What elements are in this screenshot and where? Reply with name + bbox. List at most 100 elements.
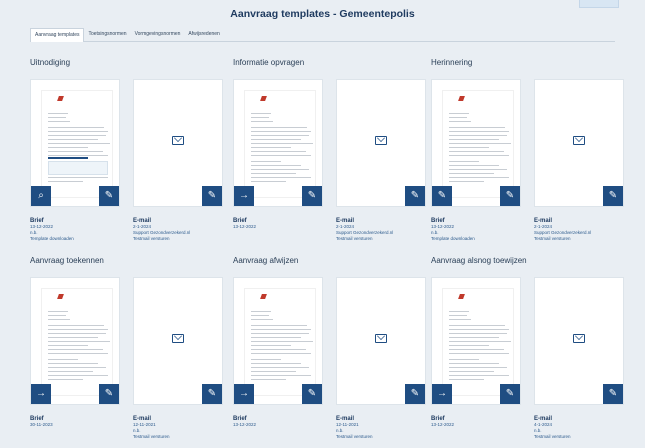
top-right-control[interactable] bbox=[579, 0, 619, 8]
doc-text-line bbox=[48, 367, 106, 368]
edit-icon: ✎ bbox=[410, 388, 420, 399]
doc-text-line bbox=[48, 147, 88, 148]
doc-text-line bbox=[48, 143, 110, 144]
doc-text-line bbox=[251, 311, 271, 312]
doc-text-line bbox=[48, 379, 83, 380]
brief-preview-card[interactable]: → ✎ bbox=[233, 79, 323, 207]
doc-text-line bbox=[251, 345, 291, 346]
doc-text-line bbox=[449, 165, 499, 166]
edit-button[interactable]: ✎ bbox=[202, 384, 222, 404]
doc-text-line bbox=[449, 161, 479, 162]
open-button[interactable]: → bbox=[432, 384, 452, 404]
search-icon: ⌕ bbox=[38, 190, 44, 201]
email-preview-card[interactable]: ✎ bbox=[336, 79, 426, 207]
letter-thumbnail bbox=[244, 90, 316, 198]
doc-text-line bbox=[251, 329, 311, 330]
email-preview-card[interactable]: ✎ bbox=[133, 79, 223, 207]
edit-button[interactable]: ✎ bbox=[603, 186, 623, 206]
edit-icon: ✎ bbox=[505, 388, 515, 399]
doc-text-line bbox=[48, 349, 103, 350]
tab-afwijsredenen[interactable]: Afwijsredenen bbox=[184, 28, 223, 42]
email-action-link[interactable]: Testmail versturen bbox=[336, 236, 426, 242]
edit-button[interactable]: ✎ bbox=[202, 186, 222, 206]
doc-text-line bbox=[449, 315, 467, 316]
doc-text-line bbox=[251, 367, 309, 368]
brief-meta: Brief 13-12-2022 n.b. Template downloaden bbox=[30, 218, 120, 242]
brief-preview-card[interactable]: → ✎ bbox=[30, 277, 120, 405]
brief-preview-card[interactable]: ✎ ✎ bbox=[431, 79, 521, 207]
email-action-link[interactable]: Testmail versturen bbox=[534, 434, 624, 440]
doc-text-line bbox=[449, 131, 509, 132]
brief-action-link[interactable]: Template downloaden bbox=[30, 236, 120, 242]
brief-preview-card[interactable]: → ✎ bbox=[233, 277, 323, 405]
doc-text-line bbox=[449, 353, 509, 354]
doc-text-line bbox=[251, 135, 309, 136]
edit-button[interactable]: ✎ bbox=[405, 384, 425, 404]
edit-button[interactable]: ✎ bbox=[500, 384, 520, 404]
edit-button[interactable]: ✎ bbox=[500, 186, 520, 206]
doc-text-line bbox=[449, 367, 507, 368]
edit-button[interactable]: ✎ bbox=[99, 186, 119, 206]
doc-text-line bbox=[251, 143, 313, 144]
doc-text-line bbox=[449, 147, 489, 148]
doc-text-line bbox=[251, 359, 281, 360]
doc-text-line bbox=[48, 341, 110, 342]
doc-text-line bbox=[449, 155, 509, 156]
doc-text-line bbox=[48, 319, 70, 320]
open-button[interactable]: → bbox=[234, 384, 254, 404]
edit-button[interactable]: ✎ bbox=[99, 384, 119, 404]
edit-icon: ✎ bbox=[207, 190, 217, 201]
preview-button[interactable]: ⌕ bbox=[31, 186, 51, 206]
tab-vormgevingsnormen[interactable]: Vormgevingsnormen bbox=[131, 28, 185, 42]
doc-text-line bbox=[48, 375, 108, 376]
email-preview-card[interactable]: ✎ bbox=[336, 277, 426, 405]
mail-icon bbox=[573, 136, 585, 145]
edit-icon: ✎ bbox=[104, 190, 114, 201]
email-action-link[interactable]: Testmail versturen bbox=[133, 236, 223, 242]
email-meta: E-mail 2-1-2024 Support Gezondverzekerd.nl… bbox=[336, 218, 426, 242]
tab-aanvraag-templates[interactable]: Aanvraag templates bbox=[30, 28, 85, 42]
doc-text-line bbox=[251, 337, 301, 338]
doc-text-line bbox=[48, 325, 104, 326]
edit-button[interactable]: ✎ bbox=[302, 186, 322, 206]
letter-thumbnail bbox=[41, 288, 113, 396]
doc-text-line bbox=[251, 121, 273, 122]
edit-icon: ✎ bbox=[104, 388, 114, 399]
email-action-link[interactable]: Testmail versturen bbox=[534, 236, 624, 242]
email-meta: E-mail 2-1-2024 Support Gezondverzekerd.nl… bbox=[133, 218, 223, 242]
open-button[interactable]: → bbox=[234, 186, 254, 206]
letter-thumbnail bbox=[244, 288, 316, 396]
mail-icon bbox=[172, 334, 184, 343]
email-preview-card[interactable]: ✎ bbox=[534, 277, 624, 405]
tab-toetsingsnormen[interactable]: Toetsingsnormen bbox=[84, 28, 130, 42]
doc-text-line bbox=[449, 363, 499, 364]
mail-icon bbox=[573, 334, 585, 343]
email-action-link[interactable]: Testmail versturen bbox=[133, 434, 223, 440]
doc-text-line bbox=[251, 127, 307, 128]
brief-preview-card[interactable]: → ✎ bbox=[431, 277, 521, 405]
edit-icon: ✎ bbox=[437, 190, 447, 201]
doc-text-line bbox=[449, 151, 504, 152]
doc-text-line bbox=[48, 131, 108, 132]
edit-button[interactable]: ✎ bbox=[405, 186, 425, 206]
edit-button[interactable]: ✎ bbox=[603, 384, 623, 404]
doc-text-line bbox=[251, 181, 286, 182]
email-preview-card[interactable]: ✎ bbox=[534, 79, 624, 207]
edit-icon: ✎ bbox=[608, 388, 618, 399]
logo-icon bbox=[267, 97, 297, 101]
doc-text-line bbox=[251, 113, 271, 114]
open-button[interactable]: → bbox=[31, 384, 51, 404]
brief-preview-card[interactable]: ⌕ ✎ bbox=[30, 79, 120, 207]
open-button[interactable]: ✎ bbox=[432, 186, 452, 206]
edit-button[interactable]: ✎ bbox=[302, 384, 322, 404]
doc-text-line bbox=[48, 127, 104, 128]
brief-action-link[interactable]: Template downloaden bbox=[431, 236, 521, 242]
letter-thumbnail bbox=[442, 90, 514, 198]
brief-info-line: 30-11-2023 bbox=[30, 422, 53, 427]
email-meta: E-mail 2-1-2024 Support Gezondverzekerd.nl… bbox=[534, 218, 624, 242]
doc-text-line bbox=[251, 341, 313, 342]
doc-text-line bbox=[251, 333, 309, 334]
email-action-link[interactable]: Testmail versturen bbox=[336, 434, 426, 440]
doc-text-line bbox=[251, 379, 286, 380]
email-preview-card[interactable]: ✎ bbox=[133, 277, 223, 405]
